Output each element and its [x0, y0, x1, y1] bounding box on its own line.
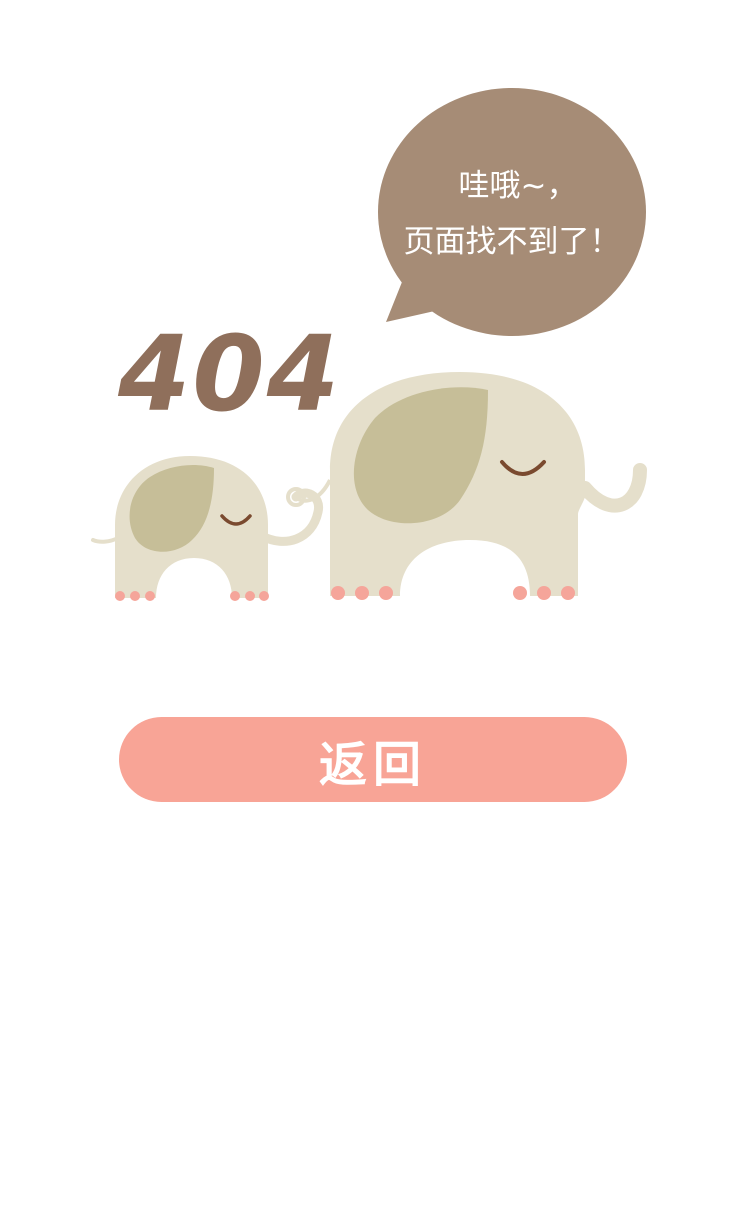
bubble-text-line2: 页面找不到了！ — [404, 224, 621, 260]
speech-bubble: 哇哦~， 页面找不到了！ — [378, 88, 646, 336]
baby-elephant — [91, 456, 324, 601]
back-button-label: 返回 — [318, 736, 427, 793]
error-code: 404 — [117, 313, 341, 435]
back-button[interactable]: 返回 — [119, 717, 627, 802]
bubble-text-line1: 哇哦~， — [459, 168, 578, 204]
elephant-404-illustration: 哇哦~， 页面找不到了！ 404 — [91, 88, 647, 601]
